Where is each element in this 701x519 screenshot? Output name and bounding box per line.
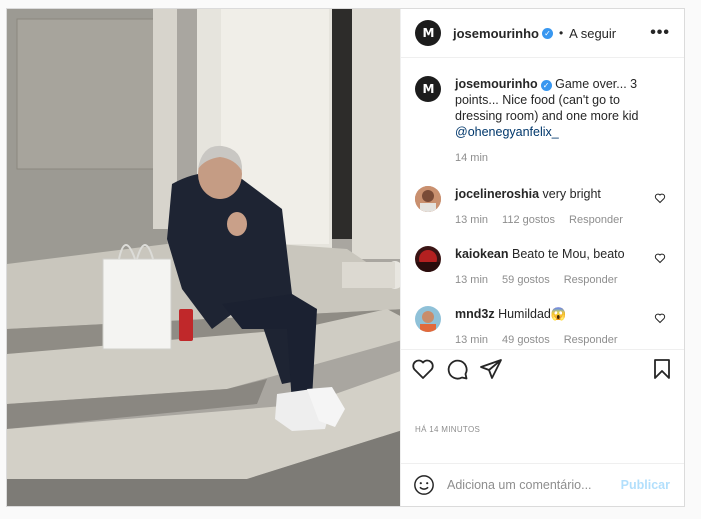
author-avatar[interactable]: M	[415, 20, 441, 47]
comment-body: Beato te Mou, beato	[512, 247, 625, 262]
comments-list[interactable]: M josemourinho ✓ Game over... 3 points...…	[401, 58, 684, 350]
comment-heart-icon[interactable]	[654, 312, 666, 324]
comment-item: kaiokean Beato te Mou, beato 13 min 59 g…	[415, 246, 670, 288]
caption-text: josemourinho ✓ Game over... 3 points... N…	[455, 76, 670, 166]
author-avatar[interactable]: M	[415, 76, 441, 103]
photo-image	[7, 9, 400, 506]
comment-text: mnd3z Humildad😱 13 min 49 gostos Respond…	[455, 306, 665, 348]
comment-likes[interactable]: 49 gostos	[502, 332, 550, 348]
caption-username[interactable]: josemourinho	[455, 77, 538, 91]
comment-username[interactable]: kaiokean	[455, 247, 509, 261]
following-button[interactable]: A seguir	[569, 26, 616, 41]
comment-body: very bright	[542, 187, 601, 202]
comment-item: jocelineroshia very bright 13 min 112 go…	[415, 186, 670, 228]
comment-icon[interactable]	[445, 357, 469, 381]
comment-body: Humildad😱	[498, 307, 567, 322]
separator-dot: •	[558, 26, 564, 41]
avatar-logo: M	[422, 26, 435, 41]
publish-button[interactable]: Publicar	[621, 478, 670, 492]
post-sidebar: M josemourinho ✓ • A seguir ••• M josemo…	[400, 9, 684, 506]
heart-icon[interactable]	[411, 357, 435, 381]
comment-text: jocelineroshia very bright 13 min 112 go…	[455, 186, 665, 228]
comment-meta: 13 min 112 gostos Responder	[455, 212, 665, 228]
comment-item: mnd3z Humildad😱 13 min 49 gostos Respond…	[415, 306, 670, 348]
comment-meta: 13 min 49 gostos Responder	[455, 332, 665, 348]
caption-mention-link[interactable]: @ohenegyanfelix_	[455, 125, 559, 139]
emoji-icon[interactable]	[413, 474, 435, 496]
post-actions	[401, 350, 684, 387]
reply-button[interactable]: Responder	[569, 212, 623, 228]
comment-username[interactable]: jocelineroshia	[455, 187, 539, 201]
comment-time: 13 min	[455, 274, 489, 287]
share-icon[interactable]	[479, 357, 503, 381]
post-time-ago: HÁ 14 MINUTOS	[415, 425, 481, 435]
comment-time: 13 min	[455, 214, 489, 227]
reply-button[interactable]: Responder	[564, 272, 618, 288]
comment-heart-icon[interactable]	[654, 192, 666, 204]
verified-badge-icon: ✓	[540, 80, 552, 92]
comment-time: 13 min	[455, 334, 489, 347]
bookmark-icon[interactable]	[650, 357, 674, 381]
comment-text: kaiokean Beato te Mou, beato 13 min 59 g…	[455, 246, 665, 288]
post-header: M josemourinho ✓ • A seguir •••	[401, 9, 684, 59]
comment-username[interactable]: mnd3z	[455, 307, 495, 321]
post-photo[interactable]	[7, 9, 400, 506]
add-comment-bar: Publicar	[401, 462, 684, 506]
more-options-icon[interactable]: •••	[650, 24, 670, 42]
caption-time: 14 min	[455, 152, 489, 165]
comment-likes[interactable]: 59 gostos	[502, 272, 550, 288]
commenter-avatar[interactable]	[415, 186, 441, 213]
comment-input[interactable]	[447, 477, 621, 492]
comment-heart-icon[interactable]	[654, 252, 666, 264]
verified-badge-icon: ✓	[541, 27, 553, 39]
comment-likes[interactable]: 112 gostos	[502, 212, 555, 228]
commenter-avatar[interactable]	[415, 306, 441, 333]
comment-meta: 13 min 59 gostos Responder	[455, 272, 665, 288]
reply-button[interactable]: Responder	[564, 332, 618, 348]
avatar-logo: M	[422, 82, 435, 97]
commenter-avatar[interactable]	[415, 246, 441, 273]
caption: M josemourinho ✓ Game over... 3 points...…	[415, 76, 670, 166]
author-username[interactable]: josemourinho	[453, 26, 539, 41]
caption-meta: 14 min	[455, 150, 670, 166]
instagram-post: M josemourinho ✓ • A seguir ••• M josemo…	[6, 8, 685, 507]
